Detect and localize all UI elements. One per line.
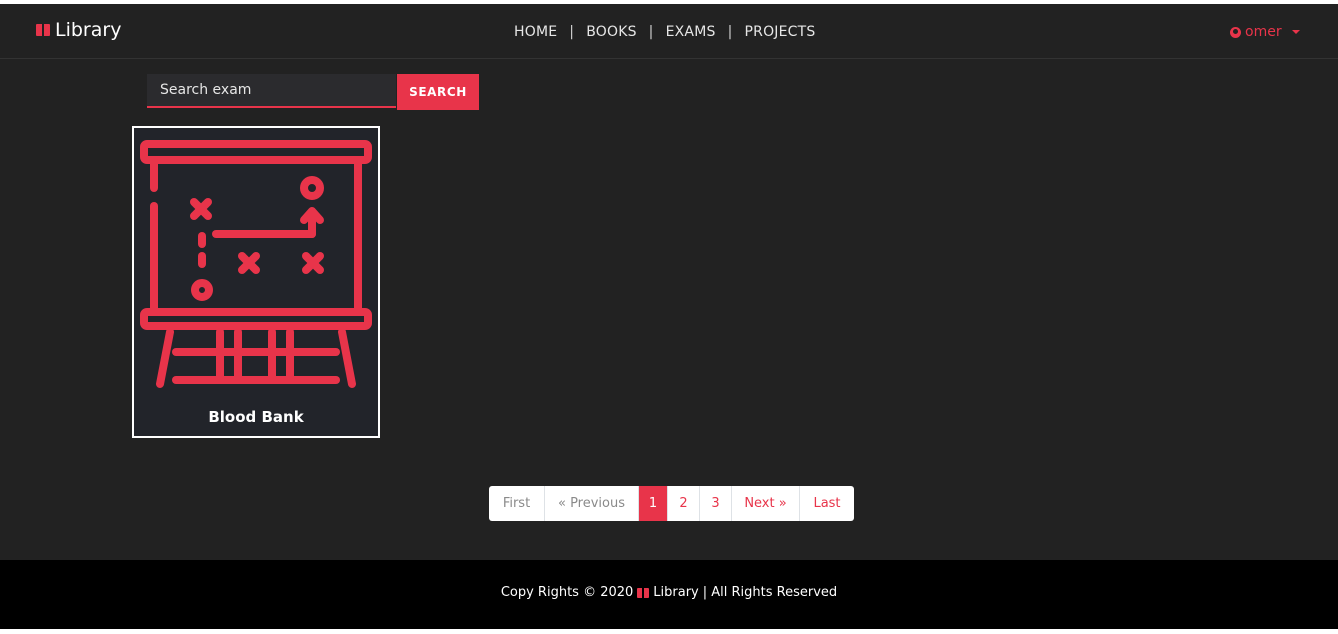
nav-separator: | <box>648 24 654 40</box>
nav-separator: | <box>727 24 733 40</box>
copyright-suffix: | All Rights Reserved <box>702 585 838 600</box>
footer-brand: Library <box>653 585 699 600</box>
page-frame: Library HOME | BOOKS | EXAMS | PROJECTS … <box>0 4 1338 629</box>
footer: Copy Rights © 2020 Library | All Rights … <box>0 560 1338 629</box>
nav-link-exams[interactable]: EXAMS <box>666 24 716 40</box>
nav-separator: | <box>569 24 575 40</box>
brand-label: Library <box>55 19 122 41</box>
copyright-text: Copy Rights © 2020 Library | All Rights … <box>0 585 1338 600</box>
nav-link-projects[interactable]: PROJECTS <box>745 24 816 40</box>
search-input[interactable] <box>147 74 396 108</box>
brand-link[interactable]: Library <box>36 18 121 42</box>
nav-link-books[interactable]: BOOKS <box>586 24 636 40</box>
page-number-1[interactable]: 1 <box>639 486 668 521</box>
page-next[interactable]: Next » <box>732 486 800 521</box>
search-button[interactable]: SEARCH <box>397 74 479 110</box>
page-previous[interactable]: « Previous <box>545 486 639 521</box>
nav-link-home[interactable]: HOME <box>514 24 557 40</box>
page-number-2[interactable]: 2 <box>668 486 700 521</box>
main-nav: HOME | BOOKS | EXAMS | PROJECTS <box>514 22 815 42</box>
book-icon <box>637 587 650 598</box>
presentation-board-strategy-icon <box>140 140 372 388</box>
exam-card[interactable]: Blood Bank <box>132 126 380 438</box>
page-number-3[interactable]: 3 <box>700 486 732 521</box>
pagination: First « Previous 1 2 3 Next » Last <box>489 486 854 521</box>
user-name: omer <box>1245 24 1282 40</box>
card-title: Blood Bank <box>208 408 304 426</box>
caret-down-icon <box>1291 30 1300 34</box>
user-dropdown[interactable]: omer <box>1230 22 1300 42</box>
book-icon <box>36 24 50 36</box>
copyright-prefix: Copy Rights © 2020 <box>500 585 634 600</box>
page-last[interactable]: Last <box>800 486 854 521</box>
user-circle-icon <box>1230 26 1241 38</box>
navbar: Library HOME | BOOKS | EXAMS | PROJECTS … <box>0 4 1338 59</box>
page-first[interactable]: First <box>489 486 545 521</box>
